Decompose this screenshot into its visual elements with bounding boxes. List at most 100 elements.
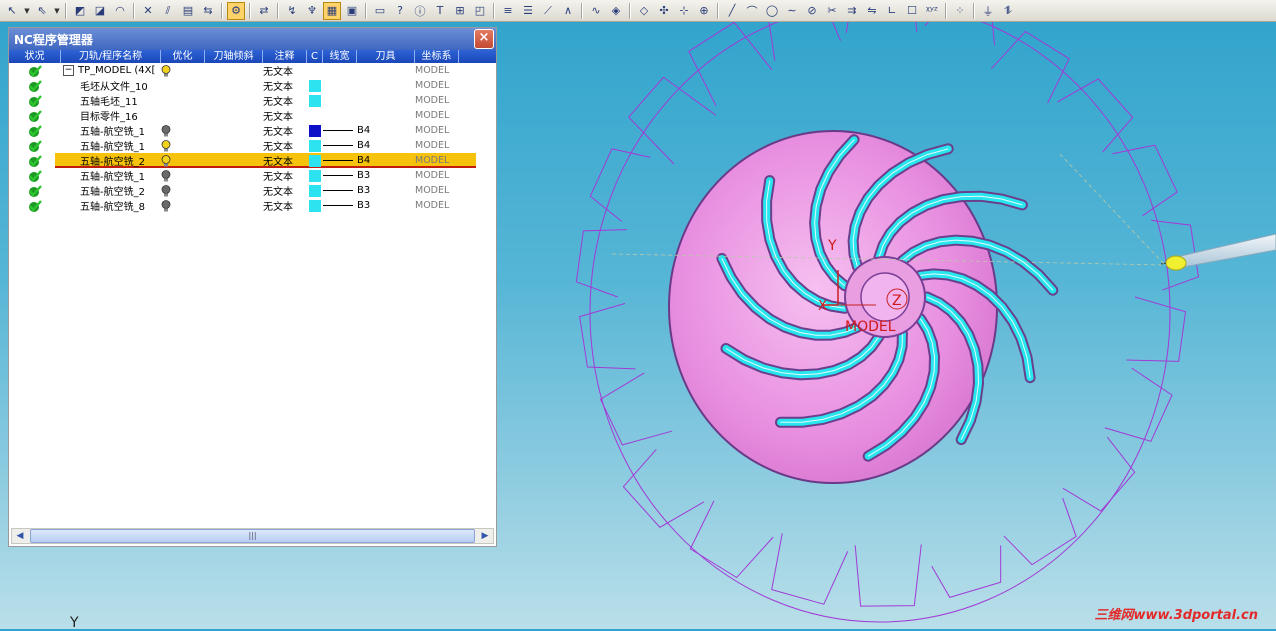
color-swatch[interactable]	[309, 154, 321, 167]
expand-toggle-icon[interactable]: −	[63, 65, 74, 76]
layer-icon[interactable]: ⇆	[199, 2, 217, 20]
tool-icon[interactable]: T	[431, 2, 449, 20]
box-icon[interactable]: ☐	[903, 2, 921, 20]
toolbar-separator	[65, 2, 67, 19]
nc-manager-icon[interactable]: ▦	[323, 1, 341, 20]
optimize-bulb-icon[interactable]	[161, 64, 171, 77]
pointer-icon[interactable]: ↖	[3, 2, 21, 20]
program-row[interactable]: 五轴毛坯_11 无文本 MODEL	[9, 93, 496, 108]
network-icon[interactable]: ⊞	[451, 2, 469, 20]
dropdown-arrow-icon[interactable]: ▼	[23, 2, 31, 20]
program-row[interactable]: 五轴-航空铣_2 无文本 B4 MODEL	[9, 153, 496, 168]
line-width-sample	[323, 190, 353, 191]
point-move-icon[interactable]: ✣	[655, 2, 673, 20]
mirror-icon[interactable]: ⇋	[863, 2, 881, 20]
close-button[interactable]: ×	[474, 29, 494, 49]
dropdown-arrow-icon[interactable]: ▼	[53, 2, 61, 20]
scroll-left-icon[interactable]: ◀	[12, 529, 28, 543]
offset-icon[interactable]: ⇉	[843, 2, 861, 20]
xyz-coord-icon[interactable]: ᵡʸᶻ	[923, 2, 941, 20]
column-header[interactable]: 状况	[9, 50, 61, 63]
window-icon[interactable]: ▣	[343, 2, 361, 20]
mill-surface-icon[interactable]: ◩	[71, 2, 89, 20]
fan-segment-outline	[589, 148, 651, 222]
block-icon[interactable]: ◰	[471, 2, 489, 20]
material-removal-icon[interactable]: ♆	[303, 2, 321, 20]
circle-icon[interactable]: ◯	[763, 2, 781, 20]
tilt-icon[interactable]: ⫽	[159, 2, 177, 20]
column-header[interactable]: 刀轴倾斜	[205, 50, 263, 63]
cut-icon[interactable]: ⊘	[803, 2, 821, 20]
toolbar-separator	[365, 2, 367, 19]
column-header[interactable]: 刀具	[357, 50, 415, 63]
program-row[interactable]: 五轴-航空铣_8 无文本 B3 MODEL	[9, 198, 496, 213]
optimize-bulb-icon[interactable]	[161, 199, 171, 212]
program-row[interactable]: 五轴-航空铣_1 无文本 B4 MODEL	[9, 123, 496, 138]
mode-icon[interactable]: ⥮	[999, 2, 1017, 20]
select-icon[interactable]: ⇖	[33, 2, 51, 20]
program-list[interactable]: − TP_MODEL (4X[无文本 MODEL 毛坯从文件_10 无文本 MODEL 五轴…	[9, 63, 496, 213]
profile-icon[interactable]: ∧	[559, 2, 577, 20]
program-row[interactable]: − TP_MODEL (4X[无文本 MODEL	[9, 63, 496, 78]
list-icon[interactable]: ≡	[499, 2, 517, 20]
mill-point-icon[interactable]: ✕	[139, 2, 157, 20]
fan-segment-outline	[579, 303, 636, 370]
note-cell: 无文本	[263, 67, 293, 78]
corner-icon[interactable]: ∟	[883, 2, 901, 20]
scroll-right-icon[interactable]: ▶	[477, 529, 493, 543]
shaded-icon[interactable]: ◈	[607, 2, 625, 20]
optimize-bulb-icon[interactable]	[161, 184, 171, 197]
program-row[interactable]: 毛坯从文件_10 无文本 MODEL	[9, 78, 496, 93]
mill-surface-2-icon[interactable]: ◪	[91, 2, 109, 20]
column-header[interactable]: 坐标系	[415, 50, 459, 63]
spline-icon[interactable]: ∿	[587, 2, 605, 20]
column-header[interactable]: 刀轨/程序名称	[61, 50, 161, 63]
curve-edit-icon[interactable]: ⟋	[539, 2, 557, 20]
axis-x-label: X	[818, 299, 827, 314]
column-header[interactable]: C	[307, 50, 323, 63]
info-icon[interactable]: ⓘ	[411, 2, 429, 20]
program-row[interactable]: 目标零件_16 无文本 MODEL	[9, 108, 496, 123]
note-cell: 无文本	[263, 187, 293, 198]
color-swatch[interactable]	[309, 124, 321, 137]
program-row[interactable]: 五轴-航空铣_1 无文本 B4 MODEL	[9, 138, 496, 153]
optimize-bulb-icon[interactable]	[161, 154, 171, 167]
rule-icon[interactable]: ▤	[179, 2, 197, 20]
color-swatch[interactable]	[309, 184, 321, 197]
tool-probe-icon[interactable]: ⏚	[979, 2, 997, 20]
panel-titlebar[interactable]: NC程序管理器 ×	[9, 28, 496, 50]
axis-select-icon[interactable]: ⊕	[695, 2, 713, 20]
wireframe-icon[interactable]: ◇	[635, 2, 653, 20]
axis-move-icon[interactable]: ⊹	[675, 2, 693, 20]
axis-y-label: Y	[827, 238, 837, 254]
program-row[interactable]: 五轴-航空铣_2 无文本 B3 MODEL	[9, 183, 496, 198]
color-swatch[interactable]	[309, 169, 321, 182]
playback-icon[interactable]: ↯	[283, 2, 301, 20]
color-swatch[interactable]	[309, 139, 321, 152]
column-header[interactable]: 线宽	[323, 50, 357, 63]
optimize-bulb-icon[interactable]	[161, 139, 171, 152]
dots-icon[interactable]: ⁘	[951, 2, 969, 20]
list-2-icon[interactable]: ☰	[519, 2, 537, 20]
fan-segment-outline	[924, 22, 996, 45]
nc-program-manager[interactable]: NC程序管理器 × 状况 刀轨/程序名称 优化 刀轴倾斜 注释 C 线宽 刀具 坐标系 − TP_…	[8, 27, 497, 547]
column-header[interactable]: 优化	[161, 50, 205, 63]
toolpath-view-icon[interactable]: ▭	[371, 2, 389, 20]
machine-sim-icon[interactable]: ⚙	[227, 1, 245, 20]
optimize-bulb-icon[interactable]	[161, 124, 171, 137]
color-swatch[interactable]	[309, 199, 321, 212]
color-swatch[interactable]	[309, 94, 321, 107]
help-icon[interactable]: ?	[391, 2, 409, 20]
transfer-icon[interactable]: ⇄	[255, 2, 273, 20]
spline-2-icon[interactable]: ∼	[783, 2, 801, 20]
color-swatch[interactable]	[309, 79, 321, 92]
optimize-bulb-icon[interactable]	[161, 169, 171, 182]
trim-icon[interactable]: ✂	[823, 2, 841, 20]
arc-icon[interactable]: ⌒	[743, 2, 761, 20]
horizontal-scrollbar[interactable]: ◀ ||| ▶	[11, 528, 494, 544]
line-icon[interactable]: ╱	[723, 2, 741, 20]
program-row[interactable]: 五轴-航空铣_1 无文本 B3 MODEL	[9, 168, 496, 183]
column-header[interactable]: 注释	[263, 50, 307, 63]
mill-curve-icon[interactable]: ◠	[111, 2, 129, 20]
scroll-thumb[interactable]: |||	[30, 529, 475, 543]
